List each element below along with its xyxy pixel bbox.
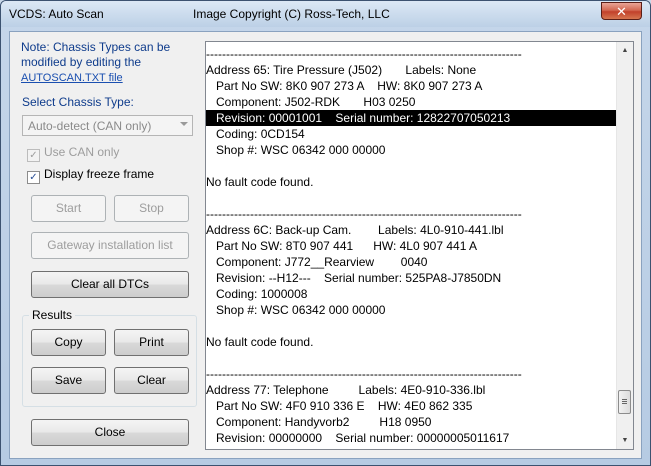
log-line[interactable]: ----------------------------------------…: [206, 366, 616, 382]
vcds-autoscan-window: VCDS: Auto Scan Image Copyright (C) Ross…: [0, 0, 651, 466]
log-line[interactable]: [206, 158, 616, 174]
log-line[interactable]: Component: J772__Rearview 0040: [206, 254, 616, 270]
log-line[interactable]: ----------------------------------------…: [206, 46, 616, 62]
stop-button[interactable]: Stop: [114, 195, 189, 222]
title-bar[interactable]: VCDS: Auto Scan Image Copyright (C) Ross…: [1, 1, 650, 27]
clear-button[interactable]: Clear: [114, 367, 189, 394]
copy-button[interactable]: Copy: [31, 329, 106, 356]
checkmark-icon: ✓: [27, 171, 40, 184]
log-line[interactable]: Address 77: Telephone Labels: 4E0-910-33…: [206, 382, 616, 398]
log-line[interactable]: [206, 318, 616, 334]
scan-results-log[interactable]: ----------------------------------------…: [205, 41, 634, 450]
print-button[interactable]: Print: [114, 329, 189, 356]
use-can-label: Use CAN only: [44, 145, 120, 159]
save-button[interactable]: Save: [31, 367, 106, 394]
log-line[interactable]: [206, 350, 616, 366]
autoscan-file-link[interactable]: AUTOSCAN.TXT file: [21, 72, 123, 84]
resize-grip-icon[interactable]: [640, 455, 650, 465]
scroll-down-icon[interactable]: ▼: [617, 432, 633, 449]
window-title: VCDS: Auto Scan: [9, 7, 104, 21]
checkmark-icon: ✓: [27, 149, 40, 162]
log-line[interactable]: Part No SW: 8T0 907 441 HW: 4L0 907 441 …: [206, 238, 616, 254]
log-line[interactable]: Revision: 00000000 Serial number: 000000…: [206, 430, 616, 446]
log-line-selected[interactable]: Revision: 00001001 Serial number: 128227…: [206, 110, 616, 126]
log-line[interactable]: Address 6C: Back-up Cam. Labels: 4L0-910…: [206, 222, 616, 238]
chassis-type-select[interactable]: Auto-detect (CAN only): [22, 115, 193, 136]
window-close-button[interactable]: ✕: [601, 2, 642, 20]
clear-all-dtcs-button[interactable]: Clear all DTCs: [31, 271, 189, 298]
chassis-note-text: Note: Chassis Types can be modified by e…: [21, 40, 171, 69]
log-line[interactable]: Shop #: WSC 06342 000 00000: [206, 142, 616, 158]
use-can-checkbox[interactable]: ✓ Use CAN only: [27, 145, 119, 162]
close-button[interactable]: Close: [31, 419, 189, 446]
copyright-text: Image Copyright (C) Ross-Tech, LLC: [193, 7, 390, 21]
log-line[interactable]: Component: J502-RDK H03 0250: [206, 94, 616, 110]
chevron-down-icon: [180, 122, 188, 126]
log-line[interactable]: Component: Handyvorb2 H18 0950: [206, 414, 616, 430]
log-line[interactable]: Coding: 0CD154: [206, 126, 616, 142]
log-line[interactable]: Address 65: Tire Pressure (J502) Labels:…: [206, 62, 616, 78]
start-button[interactable]: Start: [31, 195, 106, 222]
log-line[interactable]: Revision: --H12--- Serial number: 525PA8…: [206, 270, 616, 286]
log-line[interactable]: Part No SW: 4F0 910 336 E HW: 4E0 862 33…: [206, 398, 616, 414]
scroll-up-icon[interactable]: ▲: [617, 42, 633, 59]
log-line[interactable]: No fault code found.: [206, 174, 616, 190]
log-line[interactable]: ----------------------------------------…: [206, 206, 616, 222]
log-line[interactable]: Coding: 1000008: [206, 286, 616, 302]
gateway-installation-list-button[interactable]: Gateway installation list: [31, 232, 189, 259]
freeze-frame-checkbox[interactable]: ✓ Display freeze frame: [27, 167, 154, 184]
log-lines: ----------------------------------------…: [206, 46, 616, 446]
log-line[interactable]: No fault code found.: [206, 334, 616, 350]
log-line[interactable]: Shop #: WSC 06342 000 00000: [206, 302, 616, 318]
chassis-note: Note: Chassis Types can be modified by e…: [21, 40, 196, 86]
chassis-type-value: Auto-detect (CAN only): [28, 119, 152, 133]
results-label: Results: [29, 308, 76, 322]
scrollbar-thumb[interactable]: [618, 390, 631, 414]
log-line[interactable]: [206, 190, 616, 206]
client-area: Note: Chassis Types can be modified by e…: [9, 31, 642, 459]
vertical-scrollbar[interactable]: ▲ ▼: [616, 42, 633, 449]
log-line[interactable]: Part No SW: 8K0 907 273 A HW: 8K0 907 27…: [206, 78, 616, 94]
freeze-frame-label: Display freeze frame: [44, 167, 155, 181]
chassis-type-label: Select Chassis Type:: [22, 95, 134, 109]
